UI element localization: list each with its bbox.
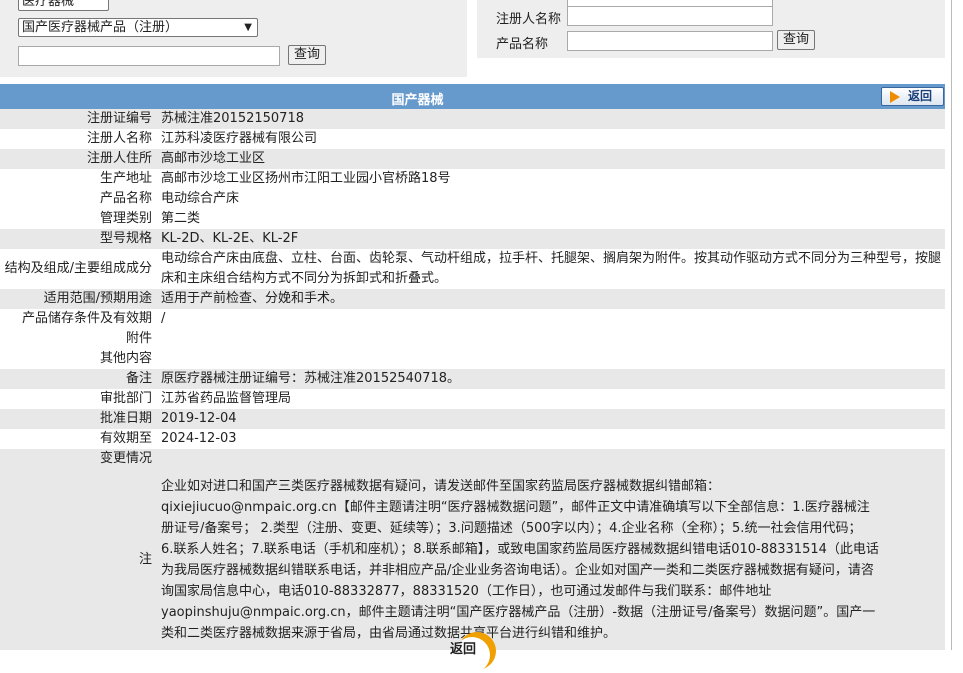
field-label: 批准日期 xyxy=(99,411,152,426)
registrant-label: 注册人名称 xyxy=(496,12,562,27)
table-row: 注册证编号 苏械注准20152150718 xyxy=(0,109,945,129)
table-row: 产品名称 电动综合产床 xyxy=(0,189,945,209)
table-row: 附件 xyxy=(0,329,945,349)
table-row: 注册人住所 高邮市沙埝工业区 xyxy=(0,149,945,169)
note-line: 册证号/备案号； 2.类型（注册、变更、延续等）；3.问题描述（500字以内）；… xyxy=(161,521,862,536)
field-label: 管理类别 xyxy=(99,211,152,226)
field-value: / xyxy=(161,311,166,326)
field-label: 注册人名称 xyxy=(86,131,152,146)
left-search-panel: 医疗器械 国产医疗器械产品（注册） ▼ 查询 xyxy=(0,0,467,77)
field-label: 生产地址 xyxy=(99,171,152,186)
table-row: 批准日期 2019-12-04 xyxy=(0,409,945,429)
table-row: 型号规格 KL-2D、KL-2E、KL-2F xyxy=(0,229,945,249)
back-button-bottom[interactable]: 返回 xyxy=(446,632,496,673)
keyword-input[interactable] xyxy=(18,46,280,66)
field-label: 结构及组成/主要组成成分 xyxy=(4,261,152,276)
field-value: 苏械注准20152150718 xyxy=(161,111,304,126)
table-row: 管理类别 第二类 xyxy=(0,209,945,229)
field-label: 注册证编号 xyxy=(86,111,152,126)
field-value: 第二类 xyxy=(161,211,201,226)
field-label: 注册人住所 xyxy=(86,151,152,166)
table-row: 适用范围/预期用途 适用于产前检查、分娩和手术。 xyxy=(0,289,945,309)
detail-table: 注册证编号 苏械注准20152150718 注册人名称 江苏科凌医疗器械有限公司 注册人… xyxy=(0,109,945,650)
field-label: 其他内容 xyxy=(99,351,152,366)
note-line: 询国家局信息中心，电话010-88332877，88331520（工作日），也可… xyxy=(161,584,772,599)
table-row: 结构及组成/主要组成成分 电动综合产床由底盘、立柱、台面、齿轮泵、气动杆组成，拉手… xyxy=(0,249,945,289)
note-line: 6.联系人姓名；7.联系电话（手机和座机）；8.联系邮箱】，或致电国家药监局医疗… xyxy=(161,542,879,557)
note-line: 类和二类医疗器械数据来源于省局，由省局通过数据共享平台进行纠错和维护。 xyxy=(161,626,617,641)
field-label: 有效期至 xyxy=(99,431,152,446)
field-label: 产品储存条件及有效期 xyxy=(21,311,152,326)
note-line: yaopinshuju@nmpaic.org.cn，邮件主题请注明“国产医疗器械… xyxy=(161,605,876,620)
right-search-panel: 注册人名称 产品名称 查询 xyxy=(477,0,945,58)
note-text: 企业如对进口和国产三类医疗器械数据有疑问，请发送邮件至国家药监局医疗器械数据纠错… xyxy=(160,469,945,650)
registrant-input[interactable] xyxy=(567,6,773,26)
field-value: 江苏省药品监督管理局 xyxy=(161,391,292,406)
table-row: 生产地址 高邮市沙埝工业区扬州市江阳工业园小官桥路18号 xyxy=(0,169,945,189)
field-label: 产品名称 xyxy=(99,191,152,206)
field-value: 高邮市沙埝工业区扬州市江阳工业园小官桥路18号 xyxy=(161,171,451,186)
arrow-right-icon xyxy=(890,91,900,103)
note-row: 注 企业如对进口和国产三类医疗器械数据有疑问，请发送邮件至国家药监局医疗器械数据纠… xyxy=(0,469,945,650)
field-label: 附件 xyxy=(125,331,152,346)
query-button-right[interactable]: 查询 xyxy=(777,30,816,50)
field-value: 电动综合产床由底盘、立柱、台面、齿轮泵、气动杆组成，拉手杆、托腿架、搁肩架为附件… xyxy=(161,251,942,286)
page-title: 国产器械 xyxy=(391,93,444,108)
table-row: 其他内容 xyxy=(0,349,945,369)
field-value: 适用于产前检查、分娩和手术。 xyxy=(161,291,344,306)
product-name-label: 产品名称 xyxy=(496,37,549,52)
product-name-input[interactable] xyxy=(567,31,773,51)
field-value xyxy=(160,449,945,469)
field-value: KL-2D、KL-2E、KL-2F xyxy=(161,231,299,246)
product-type-value: 国产医疗器械产品（注册） xyxy=(22,20,179,35)
back-button[interactable]: 返回 xyxy=(881,87,944,106)
table-row: 审批部门 江苏省药品监督管理局 xyxy=(0,389,945,409)
product-type-select[interactable]: 国产医疗器械产品（注册） ▼ xyxy=(18,18,258,37)
table-row: 注册人名称 江苏科凌医疗器械有限公司 xyxy=(0,129,945,149)
back-label: 返回 xyxy=(908,89,933,103)
field-value xyxy=(160,329,945,349)
category-select[interactable]: 医疗器械 xyxy=(18,0,109,11)
field-label: 适用范围/预期用途 xyxy=(43,291,152,306)
field-value: 2024-12-03 xyxy=(161,431,237,446)
note-line: 企业如对进口和国产三类医疗器械数据有疑问，请发送邮件至国家药监局医疗器械数据纠错… xyxy=(161,479,721,494)
field-label: 型号规格 xyxy=(99,231,152,246)
table-row: 备注 原医疗器械注册证编号：苏械注准20152540718。 xyxy=(0,369,945,389)
field-value: 原医疗器械注册证编号：苏械注准20152540718。 xyxy=(161,371,460,386)
field-value xyxy=(160,349,945,369)
note-line: 为我局医疗器械数据纠错联系电话，并非相应产品/企业业务咨询电话）。企业如对国产一… xyxy=(161,563,874,578)
field-value: 2019-12-04 xyxy=(161,411,237,426)
scroll-divider xyxy=(951,0,952,650)
note-line: qixiejiucuo@nmpaic.org.cn【邮件主题请注明“医疗器械数据… xyxy=(161,500,870,515)
field-label: 审批部门 xyxy=(99,391,152,406)
table-row: 变更情况 xyxy=(0,449,945,469)
table-row: 有效期至 2024-12-03 xyxy=(0,429,945,449)
field-value: 电动综合产床 xyxy=(161,191,240,206)
chevron-down-icon: ▼ xyxy=(244,22,252,33)
field-label: 变更情况 xyxy=(99,451,152,466)
field-value: 江苏科凌医疗器械有限公司 xyxy=(161,131,318,146)
table-row: 产品储存条件及有效期 / xyxy=(0,309,945,329)
query-button-left[interactable]: 查询 xyxy=(288,45,327,65)
field-label: 备注 xyxy=(125,371,152,386)
field-value: 高邮市沙埝工业区 xyxy=(161,151,266,166)
note-label: 注 xyxy=(138,551,152,567)
back-label-bottom: 返回 xyxy=(450,642,477,657)
header-bar: 国产器械 xyxy=(0,84,945,109)
